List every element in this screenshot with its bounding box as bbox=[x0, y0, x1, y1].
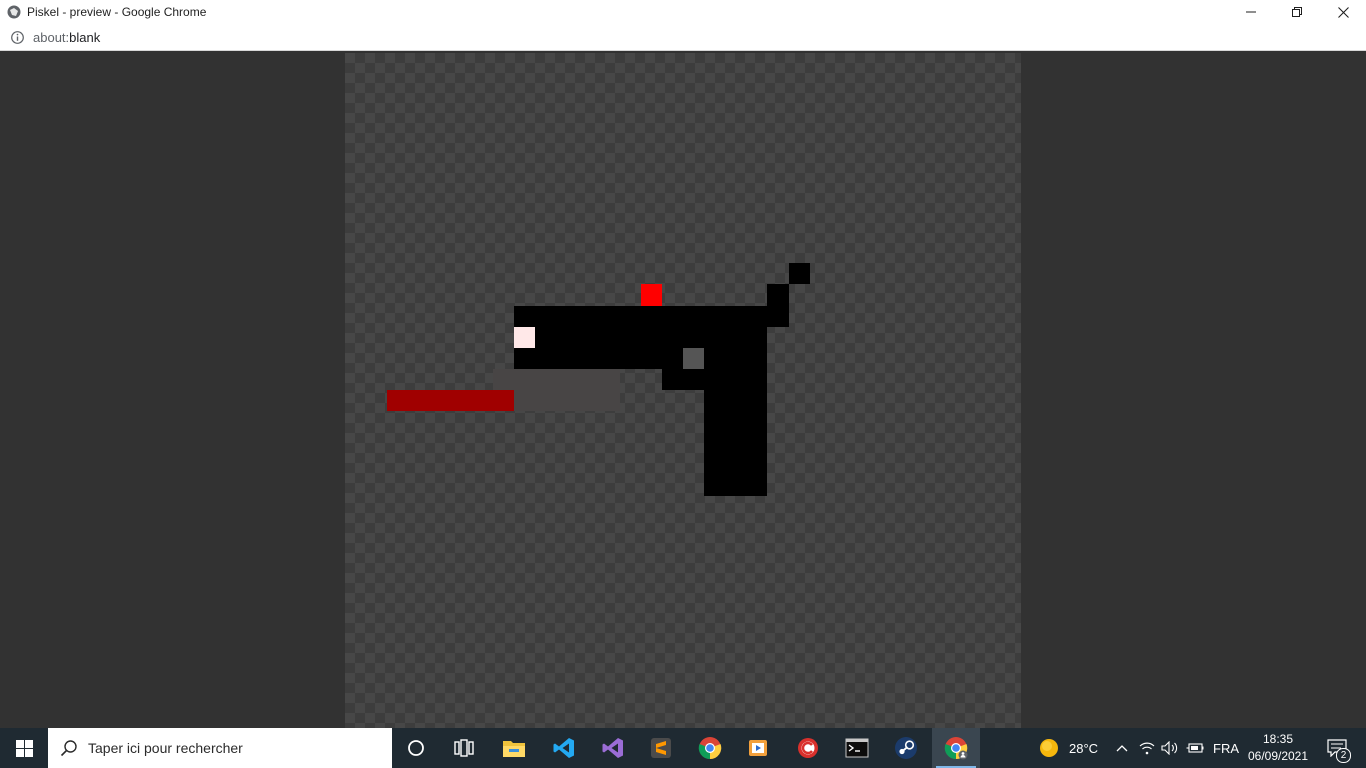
vscode-icon bbox=[553, 738, 574, 758]
clock-time: 18:35 bbox=[1262, 732, 1294, 746]
visual-studio-button[interactable] bbox=[589, 728, 637, 768]
restore-button[interactable] bbox=[1274, 0, 1320, 24]
taskbar: Taper ici pour rechercher 28°C FRA 18:35… bbox=[0, 728, 1366, 768]
notification-count: 2 bbox=[1336, 748, 1351, 763]
windows-icon bbox=[15, 739, 33, 757]
weather-widget[interactable]: 28°C bbox=[1038, 728, 1098, 768]
url-scheme: about: bbox=[33, 29, 70, 45]
url-text[interactable]: about:blank bbox=[33, 30, 100, 45]
battery-plug-icon bbox=[1186, 743, 1204, 753]
page-content bbox=[0, 51, 1366, 728]
wifi-icon bbox=[1139, 742, 1155, 755]
input-language[interactable]: FRA bbox=[1213, 728, 1239, 768]
volume-button[interactable] bbox=[1161, 728, 1179, 768]
sublime-button[interactable] bbox=[637, 728, 685, 768]
media-player-icon bbox=[749, 740, 767, 756]
weather-temp: 28°C bbox=[1069, 740, 1099, 756]
vscode-button[interactable] bbox=[540, 728, 588, 768]
media-player-button[interactable] bbox=[734, 728, 782, 768]
chrome-icon bbox=[944, 737, 968, 760]
muzzle-flash bbox=[514, 327, 535, 348]
visual-studio-icon bbox=[602, 738, 623, 758]
address-bar[interactable]: about:blank bbox=[0, 24, 1366, 51]
action-center-button[interactable]: 2 bbox=[1322, 728, 1352, 768]
piskel-app-icon bbox=[7, 5, 21, 19]
cortana-button[interactable] bbox=[392, 728, 440, 768]
search-placeholder: Taper ici pour rechercher bbox=[88, 740, 243, 756]
url-path: blank bbox=[69, 29, 101, 45]
ccleaner-icon bbox=[798, 738, 818, 758]
pistol-slide bbox=[514, 306, 767, 369]
steam-icon bbox=[895, 737, 917, 759]
clock-date: 06/09/2021 bbox=[1247, 749, 1309, 763]
folder-icon bbox=[503, 741, 525, 757]
pistol-rear-tip bbox=[789, 263, 810, 284]
minimize-button[interactable] bbox=[1228, 0, 1274, 24]
trigger-hole bbox=[683, 348, 704, 369]
clock[interactable]: 18:35 06/09/2021 bbox=[1238, 728, 1318, 768]
close-icon bbox=[1337, 6, 1349, 18]
chrome-piskel-button[interactable] bbox=[932, 728, 980, 768]
preview-canvas bbox=[345, 53, 1021, 728]
sublime-icon bbox=[651, 738, 671, 758]
chevron-up-icon bbox=[1116, 745, 1128, 752]
restore-icon bbox=[1292, 7, 1302, 17]
ccleaner-button[interactable] bbox=[784, 728, 832, 768]
terminal-icon bbox=[845, 738, 869, 758]
laser-beam bbox=[387, 390, 514, 411]
show-hidden-icons-button[interactable] bbox=[1114, 728, 1130, 768]
info-icon[interactable] bbox=[11, 30, 24, 44]
terminal-button[interactable] bbox=[833, 728, 881, 768]
circle-icon bbox=[408, 740, 424, 756]
task-view-button[interactable] bbox=[440, 728, 488, 768]
window-title: Piskel - preview - Google Chrome bbox=[27, 5, 207, 19]
network-button[interactable] bbox=[1139, 728, 1155, 768]
chrome-button[interactable] bbox=[686, 728, 734, 768]
pistol-grip bbox=[704, 369, 767, 496]
steam-button[interactable] bbox=[882, 728, 930, 768]
speaker-icon bbox=[1161, 741, 1178, 755]
search-icon bbox=[60, 739, 78, 757]
task-view-icon bbox=[454, 739, 474, 757]
trigger-guard bbox=[662, 369, 704, 390]
chrome-icon bbox=[698, 737, 722, 760]
window-title-bar: Piskel - preview - Google Chrome bbox=[0, 0, 1366, 24]
pistol-hammer bbox=[767, 284, 789, 327]
language-label: FRA bbox=[1213, 740, 1239, 756]
sun-icon bbox=[1040, 739, 1058, 757]
battery-button[interactable] bbox=[1186, 728, 1204, 768]
file-explorer-button[interactable] bbox=[490, 728, 538, 768]
minimize-icon bbox=[1246, 11, 1256, 13]
close-button[interactable] bbox=[1320, 0, 1366, 24]
pistol-rear-sight bbox=[641, 284, 662, 306]
start-button[interactable] bbox=[0, 728, 48, 768]
search-box[interactable]: Taper ici pour rechercher bbox=[48, 728, 392, 768]
